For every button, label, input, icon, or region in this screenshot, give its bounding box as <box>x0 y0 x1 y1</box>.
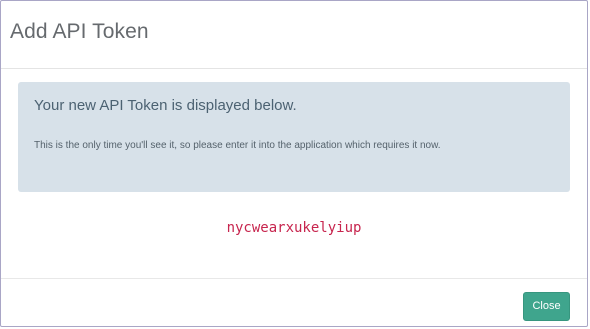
close-button[interactable]: Close <box>523 292 570 321</box>
dialog-title: Add API Token <box>10 20 149 43</box>
api-token-value: nycwearxukelyiup <box>226 220 362 236</box>
dialog-footer <box>1 278 587 328</box>
info-alert: Your new API Token is displayed below. T… <box>18 82 570 192</box>
alert-message: This is the only time you'll see it, so … <box>34 140 441 151</box>
alert-heading: Your new API Token is displayed below. <box>34 97 297 114</box>
add-api-token-dialog: Add API Token Your new API Token is disp… <box>0 0 588 327</box>
